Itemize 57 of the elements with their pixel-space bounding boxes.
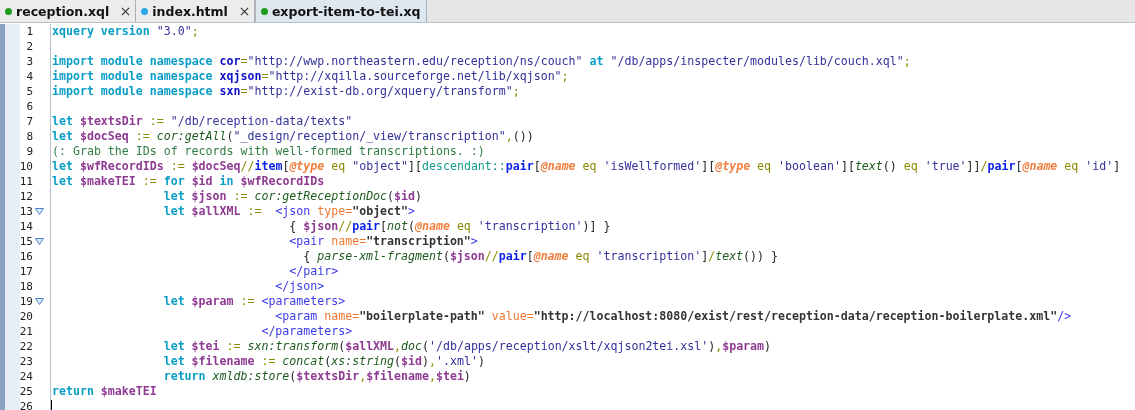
editor-tab[interactable]: reception.xql <box>0 0 137 22</box>
code-line: { $json//pair[not(@name eq 'transcription')] } <box>288 219 611 234</box>
code-line: import module namespace xqjson="http://xqilla.sourceforge.net/lib/xqjson"; <box>51 69 569 84</box>
code-line: let $tei := sxn:transform($allXML,doc('/db/apps/reception/xslt/xqjson2tei.xsl'),$param) <box>162 339 772 354</box>
code-line: <param name="boilerplate-path" value="http://localhost:8080/exist/rest/reception-data/reception-boilerplate.xml"/> <box>274 309 1072 324</box>
code-line: let $wfRecordIDs := $docSeq//item[@type eq "object"][descendant::pair[@name eq 'isWellformed'][@type eq 'boolean'][text() eq 'true']]/pair[@name eq 'id'] <box>51 159 1121 174</box>
code-line: return $makeTEI <box>51 384 157 399</box>
code-line: let $allXML := <json type="object"> <box>162 204 415 219</box>
code-line: { parse-xml-fragment($json//pair[@name eq 'transcription']/text()) } <box>302 249 778 264</box>
line-number: 17 <box>18 265 33 278</box>
line-number: 1 <box>25 25 33 38</box>
line-number: 14 <box>18 220 33 233</box>
code-line: let $filename := concat(xs:string($id),'.xml') <box>162 354 485 369</box>
fold-icon[interactable] <box>35 208 44 215</box>
line-number: 26 <box>18 400 33 410</box>
fold-icon[interactable] <box>35 238 44 245</box>
line-number: 21 <box>18 325 33 338</box>
code-line: let $textsDir := "/db/reception-data/texts" <box>51 114 353 129</box>
line-number: 10 <box>18 160 33 173</box>
code-line: import module namespace sxn="http://exist-db.org/xquery/transform"; <box>51 84 520 99</box>
code-line: <pair name="transcription"> <box>288 234 478 249</box>
code-line: return xmldb:store($textsDir,$filename,$tei) <box>162 369 471 384</box>
code-line: let $param := <parameters> <box>162 294 346 309</box>
code-line: (: Grab the IDs of records with well-formed transcriptions. :) <box>51 144 485 159</box>
line-number: 16 <box>18 250 33 263</box>
editor-tab[interactable]: export-item-to-tei.xq <box>254 0 427 22</box>
line-number: 12 <box>18 190 33 203</box>
editor-tab[interactable]: index.html <box>136 0 255 22</box>
code-line: </json> <box>274 279 325 294</box>
line-number: 4 <box>25 70 33 83</box>
line-number: 8 <box>25 130 33 143</box>
line-number: 3 <box>25 55 33 68</box>
line-number: 15 <box>18 235 33 248</box>
line-number: 5 <box>25 85 33 98</box>
line-number: 7 <box>25 115 33 128</box>
line-number: 20 <box>18 310 33 323</box>
line-number: 23 <box>18 355 33 368</box>
line-number: 22 <box>18 340 33 353</box>
line-number: 18 <box>18 280 33 293</box>
code-line: let $docSeq := cor:getAll("_design/reception/_view/transcription",()) <box>51 129 534 144</box>
code-line: import module namespace cor="http://wwp.northeastern.edu/reception/ns/couch" at "/db/apps/inspecter/modules/lib/couch.xql"; <box>51 54 911 69</box>
line-number: 9 <box>25 145 33 158</box>
line-number: 11 <box>18 175 33 188</box>
close-icon[interactable] <box>239 6 249 16</box>
line-number: 24 <box>18 370 33 383</box>
code-line: let $makeTEI := for $id in $wfRecordIDs <box>51 174 325 189</box>
code-line: </pair> <box>288 264 339 279</box>
fold-icon[interactable] <box>35 298 44 305</box>
line-number: 2 <box>25 40 33 53</box>
code-line: let $json := cor:getReceptionDoc($id) <box>162 189 422 204</box>
line-number: 25 <box>18 385 33 398</box>
line-number: 13 <box>18 205 33 218</box>
code-line: xquery version "3.0"; <box>51 24 199 39</box>
code-line: </parameters> <box>260 324 353 339</box>
line-number: 6 <box>25 100 33 113</box>
close-icon[interactable] <box>121 6 131 16</box>
line-number: 19 <box>18 295 33 308</box>
